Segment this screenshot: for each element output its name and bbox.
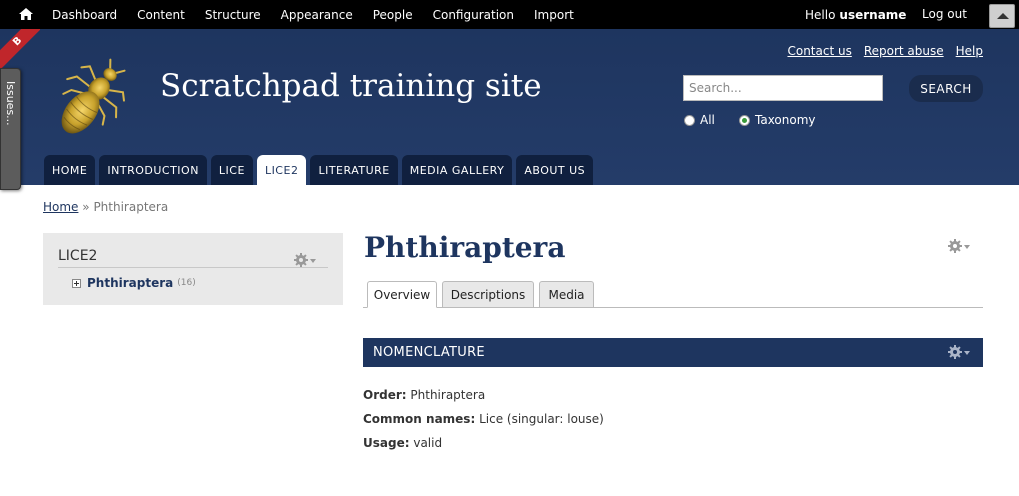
user-greeting: Hello username (805, 0, 906, 29)
field-order: Order: Phthiraptera (363, 388, 485, 402)
radio-icon (684, 114, 695, 126)
section-header-nomenclature: NOMENCLATURE (363, 338, 983, 367)
search-option-label: All (700, 113, 715, 127)
greeting-text: Hello (805, 7, 836, 22)
help-link[interactable]: Help (956, 44, 983, 58)
username[interactable]: username (839, 8, 906, 22)
block-divider (58, 267, 328, 268)
breadcrumb-separator: » (82, 200, 90, 214)
corner-ribbon[interactable]: B (0, 29, 40, 69)
toolbar-item-appearance[interactable]: Appearance (271, 8, 363, 22)
gear-icon[interactable] (293, 252, 319, 268)
tab-lice2[interactable]: LICE2 (256, 155, 307, 185)
block-title: LICE2 (58, 248, 98, 264)
tree-item-link[interactable]: Phthiraptera (87, 276, 173, 290)
field-label: Usage: (363, 436, 410, 450)
ribbon-label: B (0, 29, 40, 69)
toolbar-toggle-button[interactable] (989, 4, 1015, 28)
field-value: Lice (singular: louse) (479, 412, 604, 426)
issues-tab-label: Issues... (4, 81, 17, 126)
breadcrumb-home-link[interactable]: Home (43, 200, 78, 214)
toolbar-item-content[interactable]: Content (127, 8, 195, 22)
expand-icon[interactable] (72, 278, 81, 288)
breadcrumb: Home » Phthiraptera (43, 200, 168, 214)
tab-media[interactable]: Media (539, 281, 594, 308)
local-tabs: Overview Descriptions Media (363, 281, 983, 308)
search-option-taxonomy[interactable]: Taxonomy (739, 113, 816, 127)
field-value: Phthiraptera (410, 388, 486, 402)
tab-literature[interactable]: LITERATURE (310, 155, 398, 185)
tab-introduction[interactable]: INTRODUCTION (99, 155, 207, 185)
issues-tab[interactable]: Issues... (0, 68, 21, 190)
toolbar-item-import[interactable]: Import (524, 8, 584, 22)
field-label: Order: (363, 388, 407, 402)
field-common-names: Common names: Lice (singular: louse) (363, 412, 604, 426)
gear-icon[interactable] (947, 344, 973, 360)
toolbar-item-structure[interactable]: Structure (195, 8, 271, 22)
classification-block: LICE2 Phthiraptera (16) (43, 233, 343, 305)
tab-descriptions[interactable]: Descriptions (442, 281, 534, 308)
tree-item: Phthiraptera (16) (72, 276, 196, 290)
louse-logo[interactable] (46, 54, 136, 144)
contact-us-link[interactable]: Contact us (787, 44, 851, 58)
tab-about-us[interactable]: ABOUT US (516, 155, 594, 185)
tab-media-gallery[interactable]: MEDIA GALLERY (401, 155, 513, 185)
tab-home[interactable]: HOME (44, 155, 96, 185)
tab-overview[interactable]: Overview (367, 281, 437, 308)
field-usage: Usage: valid (363, 436, 442, 450)
logout-link[interactable]: Log out (922, 0, 967, 29)
breadcrumb-current: Phthiraptera (93, 200, 169, 214)
site-name[interactable]: Scratchpad training site (160, 68, 542, 104)
page-title: Phthiraptera (364, 231, 566, 264)
search-option-all[interactable]: All (684, 113, 715, 127)
field-label: Common names: (363, 412, 476, 426)
report-abuse-link[interactable]: Report abuse (864, 44, 944, 58)
admin-toolbar: Dashboard Content Structure Appearance P… (0, 0, 1019, 29)
toolbar-item-people[interactable]: People (363, 8, 423, 22)
home-icon[interactable] (18, 6, 34, 22)
section-title: NOMENCLATURE (373, 345, 485, 360)
tree-item-count: (16) (177, 278, 196, 288)
toolbar-item-dashboard[interactable]: Dashboard (42, 8, 127, 22)
toolbar-item-configuration[interactable]: Configuration (423, 8, 524, 22)
search-button[interactable]: SEARCH (909, 75, 983, 102)
search-option-label: Taxonomy (755, 113, 816, 127)
gear-icon[interactable] (947, 238, 973, 254)
primary-tabs: HOME INTRODUCTION LICE LICE2 LITERATURE … (44, 155, 594, 185)
search-input[interactable] (683, 75, 883, 101)
field-value: valid (413, 436, 443, 450)
secondary-menu: Contact us Report abuse Help (787, 44, 983, 58)
tab-lice[interactable]: LICE (210, 155, 253, 185)
toolbar-menu: Dashboard Content Structure Appearance P… (42, 0, 584, 29)
radio-selected-icon (739, 114, 750, 126)
